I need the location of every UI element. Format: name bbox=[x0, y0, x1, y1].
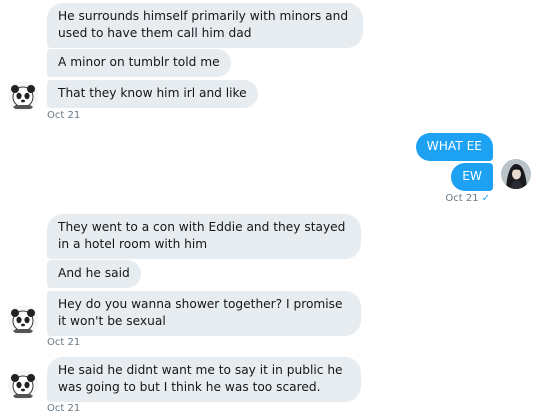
message-text: They went to a con with Eddie and they s… bbox=[58, 220, 346, 251]
read-check-icon: ✓ bbox=[481, 193, 490, 204]
message-bubble-incoming[interactable]: Hey do you wanna shower together? I prom… bbox=[47, 291, 361, 336]
message-text: A minor on tumblr told me bbox=[58, 55, 220, 69]
message-timestamp: Oct 21 ✓ bbox=[445, 193, 490, 205]
panda-avatar-icon bbox=[8, 305, 38, 335]
message-timestamp: Oct 21 bbox=[47, 403, 81, 414]
avatar[interactable] bbox=[8, 370, 38, 400]
message-timestamp: Oct 21 bbox=[47, 110, 81, 121]
message-bubble-outgoing[interactable]: EW bbox=[451, 163, 493, 191]
panda-avatar-icon bbox=[8, 370, 38, 400]
message-bubble-incoming[interactable]: A minor on tumblr told me bbox=[47, 49, 231, 77]
avatar[interactable] bbox=[501, 159, 531, 189]
message-text: That they know him irl and like bbox=[58, 86, 247, 100]
message-bubble-incoming[interactable]: He surrounds himself primarily with mino… bbox=[47, 3, 363, 48]
message-text: WHAT EE bbox=[426, 139, 482, 153]
message-text: EW bbox=[462, 169, 482, 183]
message-text: He surrounds himself primarily with mino… bbox=[58, 9, 349, 40]
avatar[interactable] bbox=[8, 81, 38, 111]
timestamp-text: Oct 21 bbox=[445, 193, 479, 204]
message-bubble-incoming[interactable]: That they know him irl and like bbox=[47, 80, 258, 108]
message-bubble-outgoing[interactable]: WHAT EE bbox=[415, 133, 493, 161]
message-bubble-incoming[interactable]: They went to a con with Eddie and they s… bbox=[47, 214, 361, 259]
panda-avatar-icon bbox=[8, 81, 38, 111]
message-bubble-incoming[interactable]: He said he didnt want me to say it in pu… bbox=[47, 357, 361, 402]
message-text: Hey do you wanna shower together? I prom… bbox=[58, 297, 343, 328]
message-text: And he said bbox=[58, 266, 130, 280]
message-bubble-incoming[interactable]: And he said bbox=[47, 260, 141, 288]
dark-hair-avatar-icon bbox=[501, 159, 531, 189]
message-text: He said he didnt want me to say it in pu… bbox=[58, 363, 343, 394]
message-timestamp: Oct 21 bbox=[47, 337, 81, 348]
avatar[interactable] bbox=[8, 305, 38, 335]
